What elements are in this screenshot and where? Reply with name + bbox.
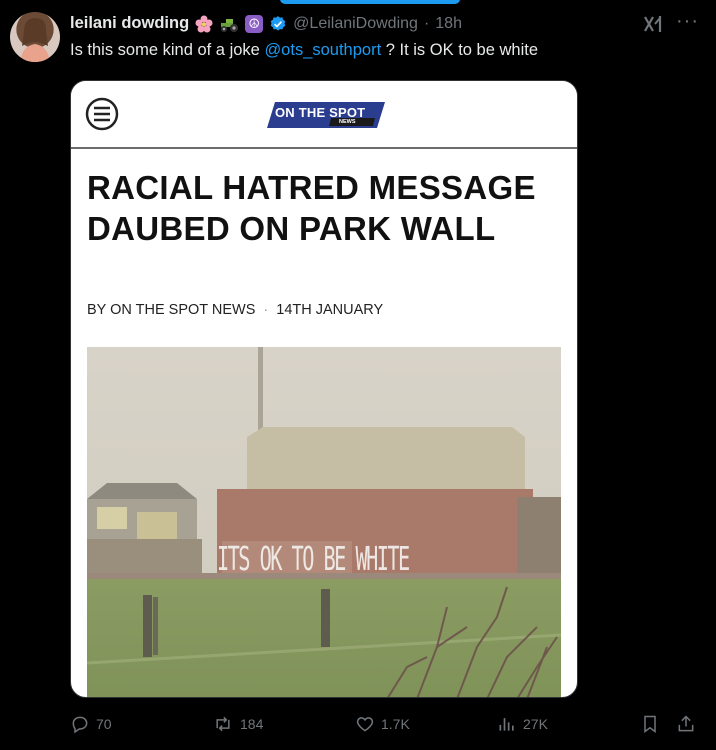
logo-text: ON THE SPOT bbox=[275, 105, 366, 120]
bookmark-icon bbox=[640, 714, 660, 734]
like-count: 1.7K bbox=[381, 716, 410, 732]
byline-author: BY ON THE SPOT NEWS bbox=[87, 302, 256, 318]
cherry-blossom-icon bbox=[195, 15, 213, 33]
article-byline: BY ON THE SPOT NEWS · 14TH JANUARY bbox=[87, 302, 383, 318]
on-the-spot-logo: ON THE SPOT NEWS bbox=[267, 102, 385, 128]
byline-separator: · bbox=[263, 302, 269, 318]
new-posts-pill[interactable] bbox=[280, 0, 460, 4]
post-header: leilani dowding ☮ @LeilaniDowding · 18h bbox=[70, 14, 636, 33]
views-count: 27K bbox=[523, 716, 548, 732]
tractor-icon bbox=[219, 15, 239, 33]
like-button[interactable]: 1.7K bbox=[355, 714, 410, 734]
verified-badge-icon[interactable] bbox=[269, 15, 287, 33]
separator-dot: · bbox=[423, 14, 430, 32]
menu-icon[interactable] bbox=[85, 97, 119, 136]
avatar[interactable] bbox=[10, 12, 60, 62]
graffiti-text: ITS OK TO BE WHITE bbox=[217, 541, 410, 579]
handle[interactable]: @LeilaniDowding bbox=[293, 15, 418, 33]
post-text: Is this some kind of a joke @ots_southpo… bbox=[70, 41, 538, 60]
share-icon bbox=[676, 714, 696, 734]
reply-count: 70 bbox=[96, 716, 112, 732]
bookmark-button[interactable] bbox=[640, 714, 660, 734]
repost-count: 184 bbox=[240, 716, 264, 732]
article-headline: RACIAL HATRED MESSAGE DAUBED ON PARK WAL… bbox=[87, 169, 536, 247]
like-icon bbox=[355, 714, 375, 734]
views-icon bbox=[497, 714, 517, 734]
byline-date: 14TH JANUARY bbox=[276, 302, 384, 318]
mention-link[interactable]: @ots_southport bbox=[264, 41, 381, 59]
peace-symbol-icon: ☮ bbox=[245, 14, 264, 33]
repost-icon bbox=[212, 714, 234, 734]
views-button[interactable]: 27K bbox=[497, 714, 548, 734]
article-photo: ITS OK TO BE WHITE bbox=[87, 347, 561, 697]
timestamp[interactable]: 18h bbox=[435, 15, 462, 33]
media-card[interactable]: ON THE SPOT NEWS RACIAL HATRED MESSAGE D… bbox=[70, 80, 578, 698]
grok-icon[interactable] bbox=[642, 14, 664, 39]
article-header: ON THE SPOT NEWS bbox=[71, 81, 577, 149]
post-text-after: ? It is OK to be white bbox=[381, 41, 538, 59]
action-bar: 70 184 1.7K 27K bbox=[0, 708, 716, 742]
reply-button[interactable]: 70 bbox=[70, 714, 112, 734]
post-text-before: Is this some kind of a joke bbox=[70, 41, 265, 59]
display-name[interactable]: leilani dowding bbox=[70, 14, 189, 33]
repost-button[interactable]: 184 bbox=[212, 714, 263, 734]
reply-icon bbox=[70, 714, 90, 734]
logo-subtext: NEWS bbox=[339, 119, 356, 125]
share-button[interactable] bbox=[676, 714, 696, 734]
more-icon[interactable]: ··· bbox=[676, 10, 699, 33]
